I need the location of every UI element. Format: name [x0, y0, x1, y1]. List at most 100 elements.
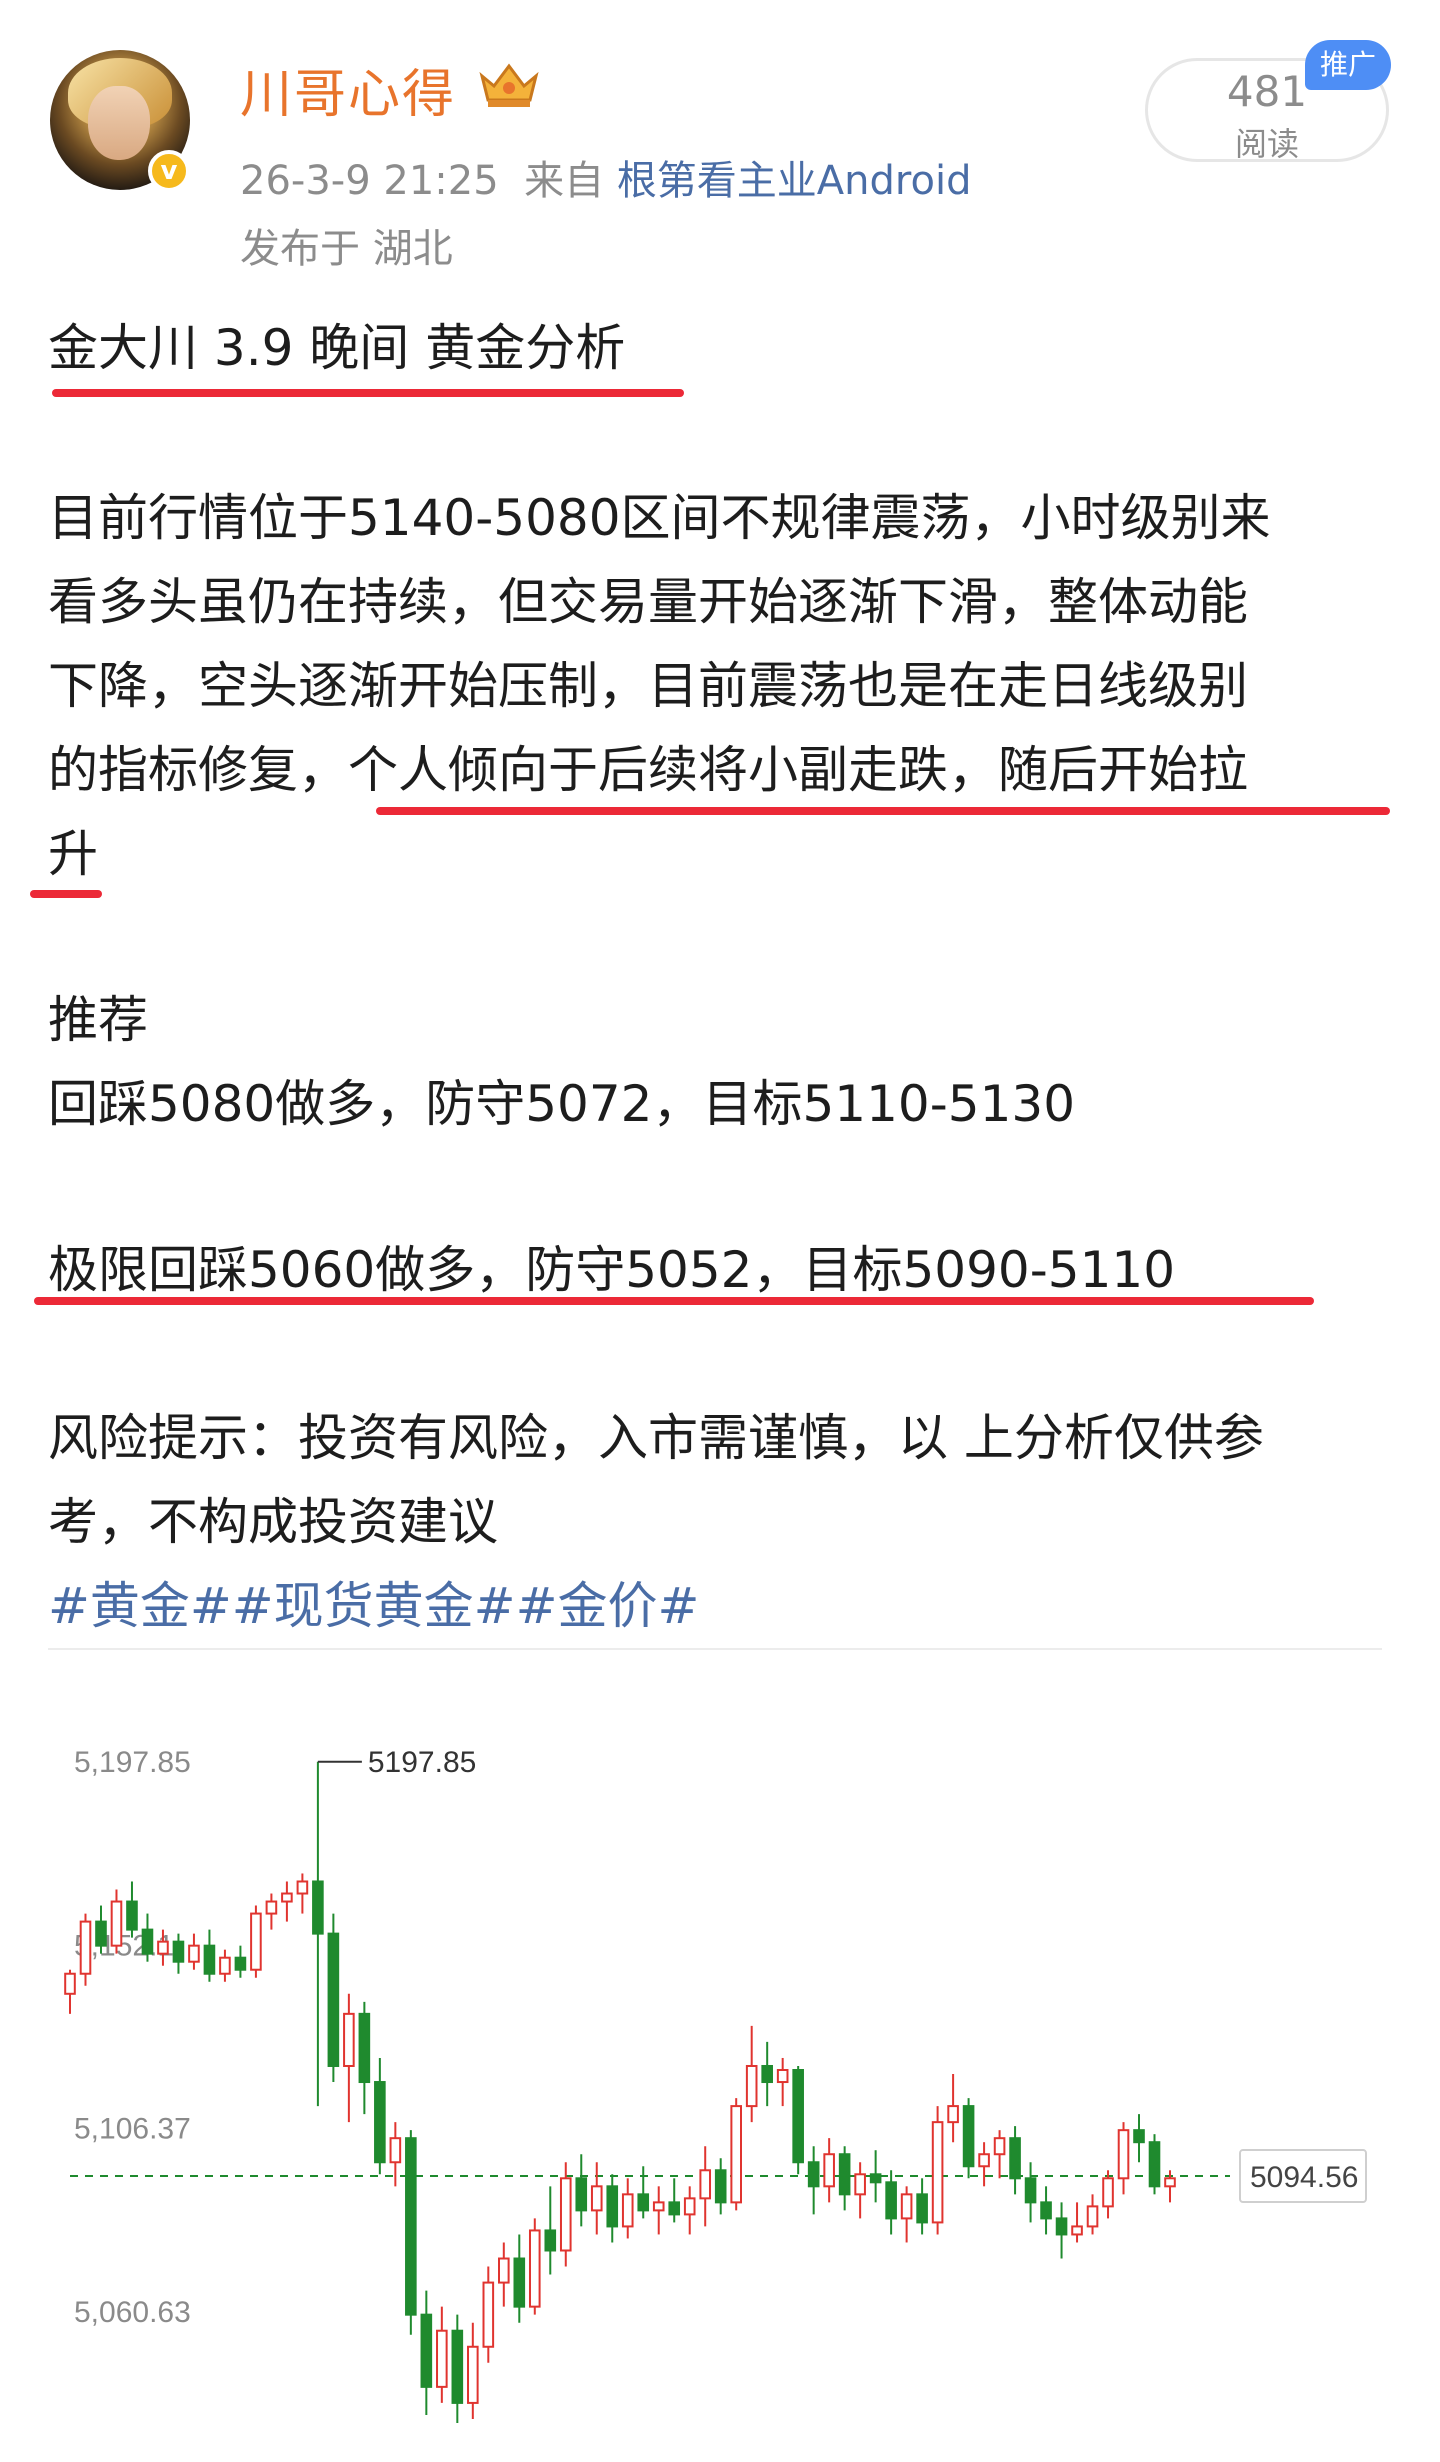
high-annotation-label: 5197.85 — [368, 1746, 476, 1779]
candle-body — [978, 2153, 990, 2168]
candle-body — [1164, 2177, 1176, 2188]
candle-body — [590, 2185, 603, 2212]
candle-body — [126, 1900, 138, 1931]
promote-badge[interactable]: 推广 — [1305, 40, 1391, 90]
candle-body — [482, 2281, 495, 2348]
candle-body — [312, 1880, 324, 1935]
candle-body — [79, 1920, 92, 1975]
content-divider — [48, 1648, 1382, 1650]
candlestick-chart-image[interactable]: 5,197.855,152.15,106.375,060.635197.8550… — [60, 1675, 1390, 2435]
candle-body — [188, 1944, 200, 1963]
candle-body — [141, 1928, 154, 1955]
candle-body — [498, 2257, 510, 2284]
candle-body — [652, 2201, 665, 2212]
candle-body — [559, 2177, 572, 2252]
candle-body — [714, 2169, 727, 2204]
crown-vip-icon — [479, 63, 539, 107]
post-date: 26-3-9 21:25 — [240, 158, 499, 204]
body-line-3: 下降，空头逐渐开始压制，目前震荡也是在走日线级别 — [48, 657, 1248, 715]
recommend-line-2: 极限回踩5060做多，防守5052，目标5090-5110 — [48, 1241, 1176, 1299]
candle-body — [95, 1920, 107, 1947]
current-price-label: 5094.56 — [1250, 2161, 1358, 2194]
candle-body — [900, 2193, 913, 2220]
recommend-line-1: 回踩5080做多，防守5072，目标5110-5130 — [48, 1075, 1076, 1133]
body-line-1: 目前行情位于5140-5080区间不规律震荡，小时级别来 — [48, 489, 1271, 547]
candle-body — [916, 2193, 928, 2224]
candle-body — [420, 2313, 433, 2388]
candle-body — [869, 2173, 882, 2184]
source-app-link[interactable]: 根第看主业Android — [617, 158, 972, 204]
candle-body — [513, 2257, 526, 2308]
source-prefix: 来自 — [524, 158, 605, 204]
candle-body — [374, 2081, 386, 2164]
candle-body — [405, 2137, 417, 2316]
candle-body — [699, 2169, 712, 2200]
candle-body — [807, 2161, 820, 2188]
candle-body — [64, 1972, 76, 1995]
candle-body — [110, 1900, 123, 1947]
body-line-2: 看多头虽仍在持续，但交易量开始逐渐下滑，整体动能 — [48, 573, 1248, 631]
recommend-underline — [34, 1297, 1314, 1305]
candle-body — [467, 2345, 479, 2404]
title-underline — [52, 389, 684, 397]
candle-body — [637, 2193, 650, 2212]
y-tick-label: 5,197.85 — [74, 1746, 191, 1779]
candle-body — [1009, 2137, 1021, 2180]
candle-body — [451, 2329, 464, 2404]
post-meta: 26-3-9 21:25 来自 根第看主业Android — [240, 148, 971, 206]
candle-body — [854, 2173, 866, 2196]
candle-body — [962, 2105, 975, 2168]
highlight-underline-1 — [376, 807, 1390, 815]
candle-body — [327, 1932, 340, 2067]
avatar-face — [88, 86, 150, 160]
y-tick-label: 5,106.37 — [74, 2113, 191, 2146]
body-line-4-start: 的指标修复， — [48, 741, 348, 799]
candle-body — [436, 2329, 448, 2388]
candle-body — [1024, 2177, 1037, 2204]
candle-body — [296, 1880, 309, 1895]
candle-body — [358, 2012, 371, 2084]
read-label: 阅读 — [1234, 125, 1299, 163]
post-title: 金大川 3.9 晚间 黄金分析 — [48, 319, 626, 377]
candle-body — [1086, 2205, 1099, 2228]
topic-tags-link[interactable]: #黄金##现货黄金##金价# — [48, 1566, 699, 1638]
candle-body — [1133, 2129, 1145, 2144]
body-line-4: 的指标修复，个人倾向于后续将小副走跌，随后开始拉 — [48, 730, 1248, 802]
candle-body — [265, 1900, 278, 1915]
candle-body — [993, 2137, 1006, 2156]
body-line-5: 升 — [48, 825, 98, 883]
candle-body — [172, 1940, 185, 1963]
candle-body — [219, 1956, 231, 1975]
author-name[interactable]: 川哥心得 — [240, 52, 456, 127]
candle-body — [823, 2153, 835, 2188]
verified-badge-icon: v — [148, 150, 190, 192]
candle-body — [838, 2153, 851, 2196]
candle-body — [1102, 2177, 1114, 2208]
candle-body — [389, 2137, 402, 2164]
risk-line-1: 风险提示：投资有风险，入市需谨慎，以 上分析仅供参 — [48, 1409, 1264, 1467]
candle-body — [1071, 2225, 1083, 2236]
candle-body — [745, 2064, 758, 2108]
candle-body — [250, 1912, 262, 1971]
candle-body — [544, 2229, 557, 2252]
candle-body — [343, 2012, 355, 2067]
candle-body — [575, 2177, 588, 2212]
candle-body — [281, 1892, 293, 1903]
candle-body — [776, 2069, 789, 2084]
candle-body — [1055, 2217, 1068, 2236]
candle-body — [761, 2064, 773, 2084]
candle-body — [947, 2105, 959, 2124]
candle-body — [792, 2069, 804, 2164]
candle-body — [528, 2229, 541, 2308]
risk-line-2: 考，不构成投资建议 — [48, 1493, 498, 1551]
y-tick-label: 5,060.63 — [74, 2296, 191, 2329]
highlight-underline-2 — [30, 890, 102, 898]
candle-body — [234, 1956, 247, 1971]
candle-body — [203, 1944, 216, 1975]
candle-body — [1040, 2201, 1052, 2220]
candle-body — [1148, 2141, 1161, 2188]
candle-body — [606, 2185, 619, 2228]
candle-body — [885, 2181, 897, 2220]
post-location: 发布于 湖北 — [240, 226, 453, 272]
candle-body — [157, 1940, 169, 1955]
